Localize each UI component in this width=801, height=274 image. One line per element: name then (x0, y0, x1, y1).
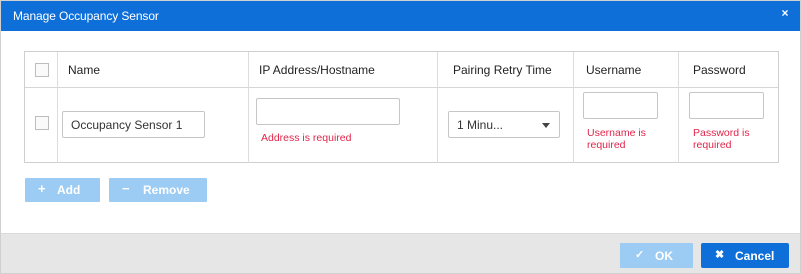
username-input[interactable] (583, 92, 658, 119)
minus-icon: − (122, 181, 130, 196)
ok-button[interactable]: ✓ OK (620, 243, 693, 268)
column-header-password: Password (693, 63, 746, 77)
header-username-cell: Username (574, 52, 679, 87)
header-ip-cell: IP Address/Hostname (249, 52, 438, 87)
username-error: Username is required (587, 127, 646, 151)
row-password-cell: Password is required (679, 87, 778, 163)
ip-address-input[interactable] (256, 98, 400, 125)
caret-down-icon (542, 123, 550, 128)
select-all-checkbox[interactable] (35, 63, 49, 77)
add-button-label: Add (57, 183, 81, 197)
row-retry-cell: 1 Minu... (438, 87, 574, 163)
column-header-name: Name (68, 63, 101, 77)
pairing-retry-value: 1 Minu... (457, 118, 504, 132)
remove-button-label: Remove (143, 183, 190, 197)
close-icon[interactable]: × (779, 7, 791, 19)
sensor-table: Name IP Address/Hostname Pairing Retry T… (24, 51, 779, 163)
plus-icon: + (38, 181, 46, 196)
row-ip-cell: Address is required (249, 87, 438, 163)
manage-occupancy-sensor-dialog: Manage Occupancy Sensor × Name IP Addres… (0, 0, 801, 274)
header-password-cell: Password (679, 52, 778, 87)
row-username-cell: Username is required (574, 87, 679, 163)
pairing-retry-select[interactable]: 1 Minu... (448, 111, 560, 138)
x-icon: ✖ (715, 249, 725, 261)
remove-button[interactable]: − Remove (109, 178, 207, 202)
column-header-ip: IP Address/Hostname (259, 63, 375, 77)
row-select-cell (25, 87, 58, 163)
password-input[interactable] (689, 92, 764, 119)
name-input[interactable] (62, 111, 205, 138)
cancel-button[interactable]: ✖ Cancel (701, 243, 789, 268)
cancel-button-label: Cancel (735, 249, 775, 263)
row-name-cell (58, 87, 249, 163)
ip-address-error: Address is required (261, 132, 352, 144)
check-icon: ✓ (635, 249, 645, 261)
header-retry-cell: Pairing Retry Time (438, 52, 574, 87)
header-select-cell (25, 52, 58, 87)
password-error: Password is required (693, 127, 750, 151)
add-button[interactable]: + Add (25, 178, 100, 202)
dialog-footer: ✓ OK ✖ Cancel (1, 233, 800, 273)
dialog-title: Manage Occupancy Sensor (13, 9, 159, 23)
column-header-username: Username (586, 63, 642, 77)
header-name-cell: Name (58, 52, 249, 87)
dialog-titlebar: Manage Occupancy Sensor × (1, 1, 800, 31)
ok-button-label: OK (655, 249, 673, 263)
row-checkbox[interactable] (35, 116, 49, 130)
column-header-pairing-retry: Pairing Retry Time (453, 63, 552, 77)
